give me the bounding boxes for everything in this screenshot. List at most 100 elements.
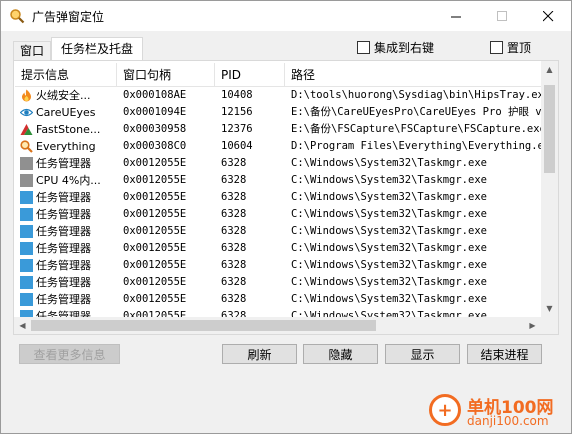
- taskmgr-blue-icon: [20, 310, 33, 317]
- tab-panel: 提示信息 窗口句柄 PID 路径 火绒安全... 0x000108AE 10408 D…: [13, 60, 559, 335]
- table-row[interactable]: CareUEyes 0x0001094E 12156 E:\备份\CareUEyesP…: [15, 104, 550, 121]
- table-row[interactable]: 任务管理器 0x0012055E 6328 C:\Windows\System32\T…: [15, 274, 550, 291]
- cell-tip: 任务管理器: [15, 240, 117, 257]
- refresh-button[interactable]: 刷新: [222, 344, 297, 364]
- hide-button[interactable]: 隐藏: [303, 344, 378, 364]
- show-button[interactable]: 显示: [385, 344, 460, 364]
- scroll-up-icon[interactable]: ▲: [541, 61, 558, 78]
- cell-handle: 0x0001094E: [123, 106, 187, 118]
- cell-tip: 任务管理器: [15, 308, 117, 317]
- cell-handle: 0x0012055E: [123, 310, 187, 317]
- cell-path: E:\备份\CareUEyesPro\CareUEyes Pro 护眼 v: [291, 106, 542, 118]
- taskmgr-blue-icon: [20, 208, 33, 221]
- table-row[interactable]: 任务管理器 0x0012055E 6328 C:\Windows\System32\T…: [15, 291, 550, 308]
- cell-path: D:\tools\huorong\Sysdiag\bin\HipsTray.ex…: [291, 89, 550, 101]
- cell-tip: 火绒安全...: [15, 87, 117, 104]
- tip-text: 任务管理器: [36, 242, 91, 255]
- cell-path: C:\Windows\System32\Taskmgr.exe: [291, 242, 487, 254]
- scroll-corner: [541, 317, 558, 334]
- minimize-button[interactable]: [433, 1, 479, 31]
- column-header-tip[interactable]: 提示信息: [15, 63, 117, 87]
- cell-handle: 0x00030958: [123, 123, 187, 135]
- cell-tip: 任务管理器: [15, 291, 117, 308]
- taskmgr-blue-icon: [20, 293, 33, 306]
- window-title: 广告弹窗定位: [32, 9, 105, 24]
- table-row[interactable]: Everything 0x000308C0 10604 D:\Program File…: [15, 138, 550, 155]
- magnifier-app-icon: [10, 9, 25, 24]
- cell-pid: 6328: [221, 259, 247, 271]
- table-row[interactable]: 任务管理器 0x0012055E 6328 C:\Windows\System32\T…: [15, 308, 550, 317]
- dock-right-option[interactable]: 集成到右键: [357, 39, 434, 56]
- tip-text: 任务管理器: [36, 157, 91, 170]
- close-icon: [542, 10, 553, 21]
- close-button[interactable]: [525, 1, 571, 31]
- vertical-scroll-thumb[interactable]: [544, 85, 555, 173]
- watermark-url: danji100.com: [467, 414, 549, 428]
- taskmgr-blue-icon: [20, 276, 33, 289]
- table-row[interactable]: 任务管理器 0x0012055E 6328 C:\Windows\System32\T…: [15, 223, 550, 240]
- cell-handle: 0x000108AE: [123, 89, 187, 101]
- list-body: 火绒安全... 0x000108AE 10408 D:\tools\huorong\S…: [15, 87, 550, 317]
- cell-tip: Everything: [15, 138, 117, 155]
- tab-taskbar-tray[interactable]: 任务栏及托盘: [51, 37, 144, 61]
- cell-path: C:\Windows\System32\Taskmgr.exe: [291, 276, 487, 288]
- scroll-right-icon[interactable]: ▶: [524, 317, 541, 334]
- cell-pid: 6328: [221, 208, 247, 220]
- cell-pid: 6328: [221, 293, 247, 305]
- cell-pid: 12376: [221, 123, 253, 135]
- tab-window[interactable]: 窗口: [13, 41, 52, 61]
- dock-right-checkbox[interactable]: [357, 41, 370, 54]
- cell-pid: 6328: [221, 310, 247, 317]
- cell-tip: 任务管理器: [15, 257, 117, 274]
- taskmgr-blue-icon: [20, 191, 33, 204]
- horizontal-scrollbar[interactable]: ◀ ▶: [14, 317, 541, 334]
- maximize-button[interactable]: [479, 1, 525, 31]
- more-info-button[interactable]: 查看更多信息: [19, 344, 120, 364]
- tip-text: CPU 4%内...: [36, 174, 101, 187]
- tip-text: 任务管理器: [36, 191, 91, 204]
- fire-icon: [22, 89, 31, 102]
- cell-pid: 6328: [221, 276, 247, 288]
- window-controls: [433, 1, 571, 31]
- table-row[interactable]: 任务管理器 0x0012055E 6328 C:\Windows\System32\T…: [15, 257, 550, 274]
- tip-text: 任务管理器: [36, 293, 91, 306]
- watermark-logo-icon: +: [429, 394, 461, 426]
- cell-pid: 6328: [221, 157, 247, 169]
- cell-pid: 10604: [221, 140, 253, 152]
- column-header-handle[interactable]: 窗口句柄: [117, 63, 215, 87]
- vertical-scrollbar[interactable]: ▲ ▼: [541, 61, 558, 317]
- table-row[interactable]: 任务管理器 0x0012055E 6328 C:\Windows\System32\T…: [15, 155, 550, 172]
- table-row[interactable]: 火绒安全... 0x000108AE 10408 D:\tools\huorong\S…: [15, 87, 550, 104]
- topmost-label: 置顶: [507, 41, 532, 55]
- tab-strip: 窗口 任务栏及托盘: [13, 37, 144, 61]
- dock-right-label: 集成到右键: [374, 41, 435, 55]
- column-header-path[interactable]: 路径: [285, 63, 550, 87]
- horizontal-scroll-thumb[interactable]: [31, 320, 376, 331]
- cell-tip: 任务管理器: [15, 155, 117, 172]
- column-header-pid[interactable]: PID: [215, 63, 285, 87]
- taskmgr-blue-icon: [20, 259, 33, 272]
- taskmgr-blue-icon: [20, 242, 33, 255]
- cell-tip: CareUEyes: [15, 104, 117, 121]
- cell-pid: 6328: [221, 174, 247, 186]
- topmost-checkbox[interactable]: [490, 41, 503, 54]
- taskmgr-gray-icon: [20, 174, 33, 187]
- table-row[interactable]: 任务管理器 0x0012055E 6328 C:\Windows\System32\T…: [15, 240, 550, 257]
- scroll-down-icon[interactable]: ▼: [541, 300, 558, 317]
- tip-text: 任务管理器: [36, 259, 91, 272]
- title-bar: 广告弹窗定位: [1, 1, 571, 31]
- scroll-left-icon[interactable]: ◀: [14, 317, 31, 334]
- tip-text: 任务管理器: [36, 208, 91, 221]
- table-row[interactable]: FastStone... 0x00030958 12376 E:\备份\FSCaptu…: [15, 121, 550, 138]
- table-row[interactable]: 任务管理器 0x0012055E 6328 C:\Windows\System32\T…: [15, 206, 550, 223]
- topmost-option[interactable]: 置顶: [490, 39, 531, 56]
- cell-pid: 12156: [221, 106, 253, 118]
- table-row[interactable]: 任务管理器 0x0012055E 6328 C:\Windows\System32\T…: [15, 189, 550, 206]
- search-icon: [20, 140, 33, 153]
- cell-path: C:\Windows\System32\Taskmgr.exe: [291, 191, 487, 203]
- process-list[interactable]: 提示信息 窗口句柄 PID 路径 火绒安全... 0x000108AE 10408 D…: [15, 63, 550, 317]
- cell-handle: 0x0012055E: [123, 225, 187, 237]
- table-row[interactable]: CPU 4%内... 0x0012055E 6328 C:\Windows\Syste…: [15, 172, 550, 189]
- cell-pid: 6328: [221, 191, 247, 203]
- end-process-button[interactable]: 结束进程: [467, 344, 542, 364]
